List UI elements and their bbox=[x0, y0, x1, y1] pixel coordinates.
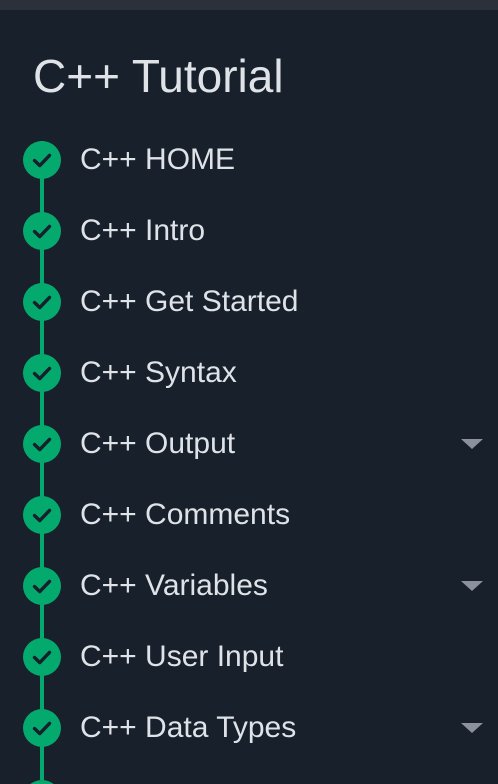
sidebar-item-label: C++ User Input bbox=[80, 640, 284, 673]
sidebar-item-cpp-intro[interactable]: C++ Intro bbox=[0, 212, 498, 283]
sidebar-item-label: C++ Syntax bbox=[80, 356, 237, 389]
sidebar-item-cpp-comments[interactable]: C++ Comments bbox=[0, 496, 498, 567]
check-circle-icon bbox=[23, 141, 61, 179]
check-circle-icon bbox=[23, 567, 61, 605]
caret-down-icon[interactable] bbox=[461, 439, 483, 449]
sidebar-item-cpp-data-types[interactable]: C++ Data Types bbox=[0, 709, 498, 780]
sidebar-item-label: C++ Get Started bbox=[80, 285, 299, 318]
check-circle-icon bbox=[23, 638, 61, 676]
sidebar-item-label: C++ Output bbox=[80, 427, 236, 460]
top-bar bbox=[0, 0, 498, 10]
sidebar-item-cpp-user-input[interactable]: C++ User Input bbox=[0, 638, 498, 709]
check-circle-icon bbox=[23, 709, 61, 747]
tutorial-sidebar: C++ Tutorial C++ HOME C++ Intro C++ Get St… bbox=[0, 10, 498, 784]
caret-down-icon[interactable] bbox=[461, 723, 483, 733]
sidebar-item-cpp-syntax[interactable]: C++ Syntax bbox=[0, 354, 498, 425]
sidebar-item-cpp-variables[interactable]: C++ Variables bbox=[0, 567, 498, 638]
sidebar-item-label: C++ Variables bbox=[80, 569, 268, 602]
check-circle-icon bbox=[23, 283, 61, 321]
caret-down-icon[interactable] bbox=[461, 581, 483, 591]
check-circle-icon bbox=[23, 780, 61, 784]
sidebar-item-cpp-output[interactable]: C++ Output bbox=[0, 425, 498, 496]
sidebar-item-label: C++ Comments bbox=[80, 498, 291, 531]
sidebar-item-cpp-get-started[interactable]: C++ Get Started bbox=[0, 283, 498, 354]
check-circle-icon bbox=[23, 354, 61, 392]
sidebar-nav-list: C++ HOME C++ Intro C++ Get Started C++ Synt… bbox=[0, 10, 498, 784]
sidebar-item-label: C++ Intro bbox=[80, 214, 206, 247]
check-circle-icon bbox=[23, 425, 61, 463]
check-circle-icon bbox=[23, 212, 61, 250]
sidebar-item-cpp-home[interactable]: C++ HOME bbox=[0, 141, 498, 212]
check-circle-icon bbox=[23, 496, 61, 534]
sidebar-item-label: C++ Data Types bbox=[80, 711, 297, 744]
sidebar-item-label: C++ HOME bbox=[80, 143, 236, 176]
